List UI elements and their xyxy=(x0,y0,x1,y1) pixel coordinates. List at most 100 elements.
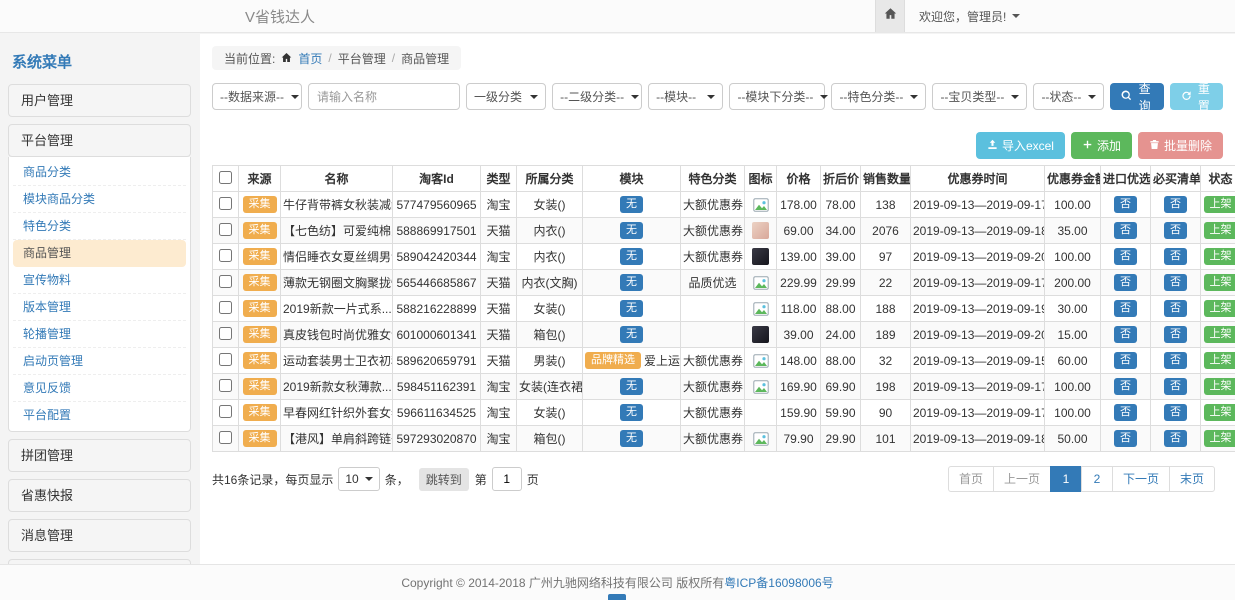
product-type: 淘宝 xyxy=(481,426,517,452)
price: 39.00 xyxy=(777,322,821,348)
page-button[interactable]: 首页 xyxy=(948,466,994,492)
import-pick-badge[interactable]: 否 xyxy=(1114,222,1137,239)
import-pick-badge[interactable]: 否 xyxy=(1114,352,1137,369)
filter-select-module-sub-category[interactable]: --模块下分类-- xyxy=(729,83,825,110)
icp-link[interactable]: 粤ICP备16098006号 xyxy=(724,576,833,590)
row-checkbox[interactable] xyxy=(219,197,232,210)
sidebar-panel-header-savings-news[interactable]: 省惠快报 xyxy=(8,479,191,512)
jump-page-input[interactable] xyxy=(492,467,522,491)
sidebar-item[interactable]: 特色分类 xyxy=(13,213,186,240)
home-button[interactable] xyxy=(875,0,905,32)
must-buy-badge[interactable]: 否 xyxy=(1164,430,1187,447)
select-all-checkbox[interactable] xyxy=(219,171,232,184)
sidebar-item[interactable]: 商品管理 xyxy=(13,240,186,267)
row-checkbox[interactable] xyxy=(219,275,232,288)
sidebar-item[interactable]: 版本管理 xyxy=(13,294,186,321)
sidebar-item[interactable]: 宣传物料 xyxy=(13,267,186,294)
user-menu[interactable]: 欢迎您，管理员! xyxy=(905,0,1235,32)
feature-category: 大额优惠券 xyxy=(681,348,745,374)
row-checkbox[interactable] xyxy=(219,249,232,262)
import-pick-badge[interactable]: 否 xyxy=(1114,326,1137,343)
must-buy-badge[interactable]: 否 xyxy=(1164,378,1187,395)
must-buy-badge[interactable]: 否 xyxy=(1164,248,1187,265)
filter-select-status[interactable]: --状态-- xyxy=(1033,83,1104,110)
coupon-amount: 60.00 xyxy=(1045,348,1101,374)
batch-delete-button[interactable]: 批量删除 xyxy=(1138,132,1223,159)
reset-button-label: 重置 xyxy=(1196,80,1212,114)
sidebar-panel-header-message-mgmt[interactable]: 消息管理 xyxy=(8,519,191,552)
sidebar-item[interactable]: 平台配置 xyxy=(13,402,186,429)
filter-select-feature-category[interactable]: --特色分类-- xyxy=(831,83,926,110)
sidebar-panel-header-group-buy-mgmt[interactable]: 拼团管理 xyxy=(8,439,191,472)
import-pick-badge[interactable]: 否 xyxy=(1114,196,1137,213)
page-button[interactable]: 1 xyxy=(1050,466,1082,492)
import-pick-badge[interactable]: 否 xyxy=(1114,248,1137,265)
status-badge[interactable]: 上架 xyxy=(1204,430,1235,447)
sales-count: 188 xyxy=(861,296,911,322)
status-badge[interactable]: 上架 xyxy=(1204,404,1235,421)
row-checkbox[interactable] xyxy=(219,405,232,418)
row-checkbox[interactable] xyxy=(219,327,232,340)
must-buy-badge[interactable]: 否 xyxy=(1164,222,1187,239)
sidebar-panel-header-user-mgmt[interactable]: 用户管理 xyxy=(8,84,191,117)
status-badge[interactable]: 上架 xyxy=(1204,326,1235,343)
import-pick-badge[interactable]: 否 xyxy=(1114,274,1137,291)
must-buy-badge[interactable]: 否 xyxy=(1164,196,1187,213)
filter-select-data-source[interactable]: --数据来源-- xyxy=(212,83,302,110)
filter-select-item-type[interactable]: --宝贝类型-- xyxy=(932,83,1027,110)
discount-price: 29.90 xyxy=(821,426,861,452)
sales-count: 2076 xyxy=(861,218,911,244)
sidebar-item[interactable]: 意见反馈 xyxy=(13,375,186,402)
sidebar-panel-user-mgmt: 用户管理 xyxy=(8,84,191,117)
name-search-input[interactable] xyxy=(308,83,460,110)
status-badge[interactable]: 上架 xyxy=(1204,378,1235,395)
page-button[interactable]: 2 xyxy=(1081,466,1113,492)
status-badge[interactable]: 上架 xyxy=(1204,196,1235,213)
price: 69.00 xyxy=(777,218,821,244)
sidebar-item[interactable]: 轮播管理 xyxy=(13,321,186,348)
filter-select-category-l2[interactable]: --二级分类-- xyxy=(552,83,642,110)
row-checkbox[interactable] xyxy=(219,223,232,236)
must-buy-badge[interactable]: 否 xyxy=(1164,300,1187,317)
must-buy-badge[interactable]: 否 xyxy=(1164,352,1187,369)
welcome-text: 欢迎您，管理员! xyxy=(919,8,1006,25)
status-badge[interactable]: 上架 xyxy=(1204,300,1235,317)
source-badge: 采集 xyxy=(243,248,277,265)
row-checkbox[interactable] xyxy=(219,379,232,392)
per-page-select[interactable]: 10 xyxy=(338,467,379,491)
taoke-id: 598451162391 xyxy=(393,374,481,400)
status-badge[interactable]: 上架 xyxy=(1204,274,1235,291)
sidebar-panel-header-platform-mgmt[interactable]: 平台管理 xyxy=(8,124,191,157)
must-buy-badge[interactable]: 否 xyxy=(1164,326,1187,343)
sidebar-item[interactable]: 模块商品分类 xyxy=(13,186,186,213)
must-buy-badge[interactable]: 否 xyxy=(1164,404,1187,421)
import-excel-button[interactable]: 导入excel xyxy=(976,132,1065,159)
page-button[interactable]: 末页 xyxy=(1169,466,1215,492)
column-header: 优惠券时间 xyxy=(911,166,1045,192)
add-button[interactable]: 添加 xyxy=(1071,132,1132,159)
jump-button[interactable]: 跳转到 xyxy=(419,468,469,491)
import-pick-badge[interactable]: 否 xyxy=(1114,430,1137,447)
page-button[interactable]: 下一页 xyxy=(1112,466,1170,492)
sidebar-item[interactable]: 启动页管理 xyxy=(13,348,186,375)
row-checkbox[interactable] xyxy=(219,431,232,444)
import-pick-badge[interactable]: 否 xyxy=(1114,300,1137,317)
row-checkbox[interactable] xyxy=(219,353,232,366)
filter-select-category-l1[interactable]: 一级分类 xyxy=(466,83,546,110)
search-button[interactable]: 查询 xyxy=(1110,83,1163,110)
sidebar-item[interactable]: 商品分类 xyxy=(13,159,186,186)
filter-select-module[interactable]: --模块-- xyxy=(648,83,723,110)
breadcrumb-separator: / xyxy=(392,51,395,65)
page-button[interactable]: 上一页 xyxy=(993,466,1051,492)
breadcrumb-item[interactable]: 平台管理 xyxy=(338,50,386,67)
import-pick-badge[interactable]: 否 xyxy=(1114,404,1137,421)
import-pick-badge[interactable]: 否 xyxy=(1114,378,1137,395)
status-badge[interactable]: 上架 xyxy=(1204,248,1235,265)
status-badge[interactable]: 上架 xyxy=(1204,222,1235,239)
toolbar: 导入excel 添加 批量删除 xyxy=(212,132,1223,159)
breadcrumb-home-link[interactable]: 首页 xyxy=(298,50,322,67)
reset-button[interactable]: 重置 xyxy=(1170,83,1223,110)
row-checkbox[interactable] xyxy=(219,301,232,314)
must-buy-badge[interactable]: 否 xyxy=(1164,274,1187,291)
status-badge[interactable]: 上架 xyxy=(1204,352,1235,369)
